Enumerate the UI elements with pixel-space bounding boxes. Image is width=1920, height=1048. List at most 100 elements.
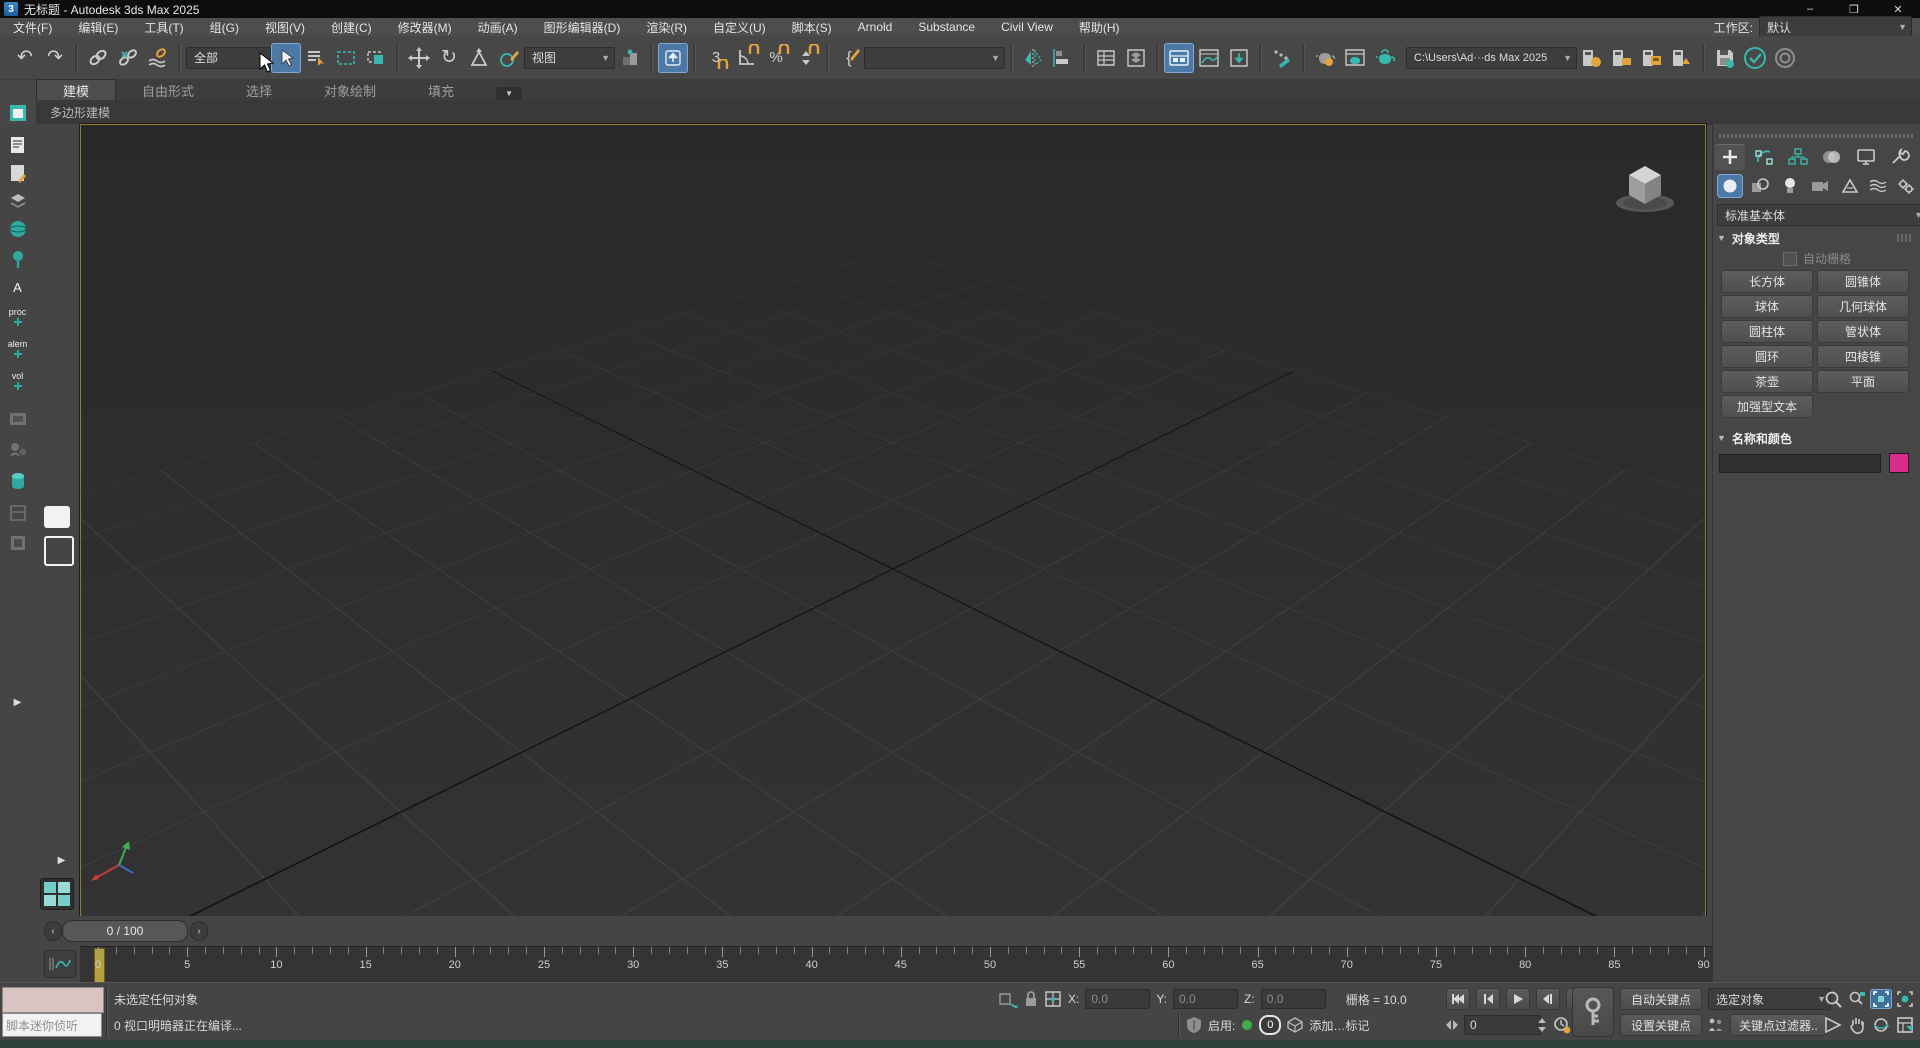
render-production-button[interactable] xyxy=(1370,43,1400,73)
menu-create[interactable]: 创建(C) xyxy=(318,18,385,36)
menu-help[interactable]: 帮助(H) xyxy=(1066,18,1133,36)
workspace-dropdown[interactable]: 默认 ▼ xyxy=(1759,16,1912,38)
ribbon-tab-freeform[interactable]: 自由形式 xyxy=(116,80,220,100)
menu-substance[interactable]: Substance xyxy=(905,18,988,36)
align-button[interactable] xyxy=(1048,43,1078,73)
reference-coordinate-dropdown[interactable]: 视图▼ xyxy=(524,47,615,69)
menu-scripting[interactable]: 脚本(S) xyxy=(779,18,845,36)
zoom-extents-button[interactable] xyxy=(1870,989,1892,1009)
systems-category-button[interactable] xyxy=(1893,174,1919,198)
menu-file[interactable]: 文件(F) xyxy=(0,18,65,36)
modify-tab[interactable] xyxy=(1749,144,1779,170)
shading-shield-icon[interactable] xyxy=(1186,1016,1202,1034)
open-script-icon[interactable] xyxy=(4,160,31,186)
maximize-viewport-toggle[interactable] xyxy=(1894,1015,1916,1035)
pyramid-button[interactable]: 四棱锥 xyxy=(1817,345,1909,368)
zoom-button[interactable] xyxy=(1822,989,1844,1009)
helpers-category-button[interactable] xyxy=(1837,174,1863,198)
layout-tabs-expand-arrow[interactable]: ▶ xyxy=(48,848,75,874)
cylinder-tool-icon[interactable] xyxy=(4,468,31,494)
edit-named-selection-sets-button[interactable]: { xyxy=(834,43,864,73)
select-and-scale-button[interactable] xyxy=(464,43,494,73)
menu-group[interactable]: 组(G) xyxy=(197,18,252,36)
motion-tab[interactable] xyxy=(1817,144,1847,170)
rectangular-selection-region-button[interactable] xyxy=(331,43,361,73)
utilities-tab[interactable] xyxy=(1885,144,1915,170)
geometry-category-button[interactable] xyxy=(1717,174,1743,198)
lights-category-button[interactable] xyxy=(1777,174,1803,198)
open-file-button[interactable] xyxy=(1607,43,1637,73)
adaptive-degradation-badge[interactable]: 0 xyxy=(1259,1015,1281,1035)
selection-lock-icon[interactable] xyxy=(1024,990,1038,1008)
previous-frame-button[interactable] xyxy=(1476,988,1500,1010)
ribbon-tab-modeling[interactable]: 建模 xyxy=(36,79,116,100)
z-coordinate-field[interactable]: 0.0 xyxy=(1261,989,1326,1009)
time-tag-cube-icon[interactable] xyxy=(1287,1017,1303,1033)
next-frame-button[interactable] xyxy=(1536,988,1560,1010)
tube-button[interactable]: 管状体 xyxy=(1817,320,1909,343)
script-proc-icon[interactable]: proc xyxy=(4,304,31,330)
script-a-icon[interactable]: A xyxy=(4,274,31,300)
go-to-start-button[interactable] xyxy=(1446,988,1470,1010)
disabled-tool-icon[interactable] xyxy=(4,500,31,526)
menu-customize[interactable]: 自定义(U) xyxy=(700,18,779,36)
select-and-link-icon[interactable] xyxy=(83,43,113,73)
explorer-window-icon[interactable] xyxy=(4,100,31,126)
time-configuration-icon[interactable] xyxy=(1553,1016,1571,1034)
zoom-all-button[interactable] xyxy=(1846,989,1868,1009)
object-category-dropdown[interactable]: 标准基本体▼ xyxy=(1717,204,1920,226)
geosphere-button[interactable]: 几何球体 xyxy=(1817,295,1909,318)
key-filters-button[interactable]: 关键点过滤器.. xyxy=(1730,1014,1827,1036)
ribbon-tab-populate[interactable]: 填充 xyxy=(402,80,480,100)
teapot-button[interactable]: 茶壶 xyxy=(1721,370,1813,393)
shapes-category-button[interactable] xyxy=(1747,174,1773,198)
select-and-move-button[interactable] xyxy=(404,43,434,73)
script-alem-icon[interactable]: alem xyxy=(4,336,31,362)
set-key-button[interactable]: 设置关键点 xyxy=(1620,1014,1702,1036)
redo-button[interactable]: ↷ xyxy=(40,43,70,73)
autogrid-checkbox[interactable] xyxy=(1783,252,1797,266)
save-scene-button[interactable] xyxy=(1710,43,1740,73)
menu-animation[interactable]: 动画(A) xyxy=(465,18,531,36)
play-animation-button[interactable] xyxy=(1506,988,1530,1010)
use-pivot-point-center-button[interactable] xyxy=(615,43,645,73)
arnold-render-button[interactable] xyxy=(1770,43,1800,73)
civil-view-check-button[interactable] xyxy=(1740,43,1770,73)
name-color-rollout-header[interactable]: ▼ 名称和颜色 xyxy=(1717,430,1915,446)
isolate-selection-icon[interactable] xyxy=(998,990,1018,1008)
perspective-viewport[interactable] xyxy=(80,124,1706,918)
previous-frame-arrow[interactable]: ‹ xyxy=(44,921,62,941)
frame-spinner[interactable] xyxy=(1537,1018,1547,1032)
ribbon-tab-object-paint[interactable]: 对象绘制 xyxy=(298,80,402,100)
expand-toolbar-arrow[interactable]: ▶ xyxy=(4,690,31,716)
torus-button[interactable]: 圆环 xyxy=(1721,345,1813,368)
curve-editor-button[interactable] xyxy=(1194,43,1224,73)
undo-button[interactable]: ↶ xyxy=(10,43,40,73)
schematic-view-button[interactable] xyxy=(1224,43,1254,73)
sphere-tool-icon[interactable] xyxy=(4,216,31,242)
project-folder-dropdown[interactable]: C:\Users\Ad···ds Max 2025▼ xyxy=(1406,47,1577,69)
bind-to-space-warp-icon[interactable] xyxy=(143,43,173,73)
plane-button[interactable]: 平面 xyxy=(1817,370,1909,393)
save-file-button[interactable] xyxy=(1637,43,1667,73)
key-mode-toggle-icon[interactable] xyxy=(1446,1019,1458,1031)
field-of-view-button[interactable] xyxy=(1822,1015,1844,1035)
script-vol-icon[interactable]: vol xyxy=(4,368,31,394)
create-tab[interactable] xyxy=(1715,144,1745,170)
key-mode-dropdown[interactable]: 选定对象▼ xyxy=(1708,988,1831,1010)
select-by-name-button[interactable] xyxy=(301,43,331,73)
object-name-field[interactable] xyxy=(1719,454,1881,473)
ribbon-panel-polygon-modeling[interactable]: 多边形建模 xyxy=(36,104,110,121)
hierarchy-tab[interactable] xyxy=(1783,144,1813,170)
panel-grip[interactable] xyxy=(1719,134,1915,138)
select-and-manipulate-button[interactable] xyxy=(658,43,688,73)
toggle-ribbon-button[interactable] xyxy=(1164,43,1194,73)
mini-curve-editor-button[interactable] xyxy=(44,950,76,978)
unlink-selection-icon[interactable] xyxy=(113,43,143,73)
save-as-button[interactable] xyxy=(1667,43,1697,73)
material-editor-button[interactable] xyxy=(1310,43,1340,73)
menu-civil-view[interactable]: Civil View xyxy=(988,18,1066,36)
toggle-scene-explorer-button[interactable] xyxy=(1091,43,1121,73)
orbit-button[interactable] xyxy=(1870,1015,1892,1035)
mirror-button[interactable] xyxy=(1018,43,1048,73)
